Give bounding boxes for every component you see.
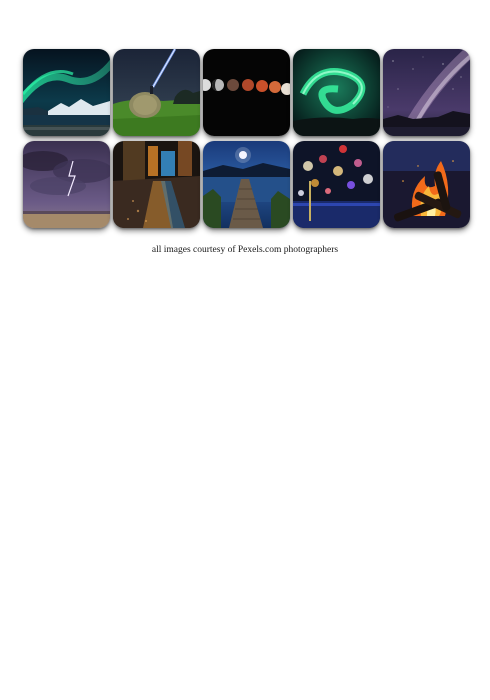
image-credit-caption: all images courtesy of Pexels.com photog…: [151, 245, 339, 255]
photo-hay-bale-under-starry-sky: [113, 49, 200, 136]
photo-green-aurora-swirl: [293, 49, 380, 136]
photo-aurora-over-mountains: [23, 49, 110, 136]
photo-lunar-eclipse-phases: [203, 49, 290, 136]
photo-campfire-flames: [383, 141, 470, 228]
photo-bokeh-city-lights: [293, 141, 380, 228]
photo-stormy-purple-sky: [23, 141, 110, 228]
document-page: all images courtesy of Pexels.com photog…: [0, 0, 490, 700]
photo-grid: [23, 49, 470, 231]
photo-milky-way-over-lake: [383, 49, 470, 136]
photo-moon-over-lake-pier: [203, 141, 290, 228]
photo-wet-street-city-lights: [113, 141, 200, 228]
